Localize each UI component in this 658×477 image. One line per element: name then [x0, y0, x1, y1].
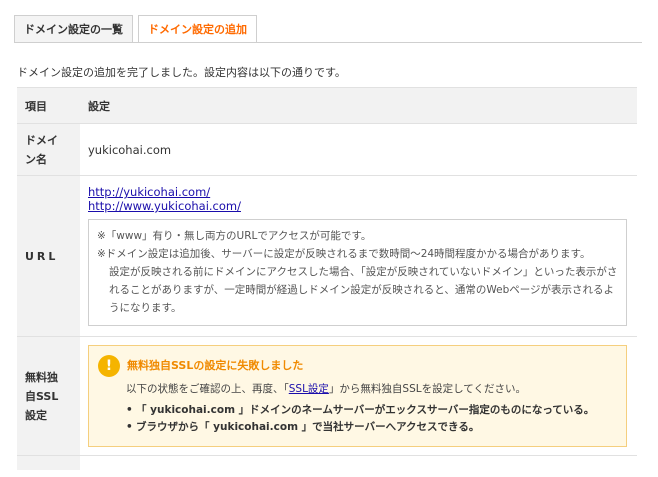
ssl-label: 無料独 自SSL 設定	[17, 336, 80, 456]
url-label: URL	[17, 175, 80, 337]
table-row-ssl: 無料独 自SSL 設定 ! 無料独自SSLの設定に失敗しました 以下の状態をご確…	[17, 336, 637, 456]
exclamation-icon: !	[98, 355, 120, 377]
tab-bar: ドメイン設定の一覧 ドメイン設定の追加	[14, 15, 257, 43]
table-header-row: 項目 設定	[17, 87, 637, 124]
url-cell: http://yukicohai.com/ http://www.yukicoh…	[80, 175, 637, 337]
header-setting: 設定	[80, 87, 637, 124]
table-row-next	[17, 455, 637, 470]
domain-label: ドメイ ン名	[17, 123, 80, 176]
tab-add-domain[interactable]: ドメイン設定の追加	[138, 15, 257, 43]
ssl-check-list: 「 yukicohai.com 」ドメインのネームサーバーがエックスサーバー指定…	[126, 402, 616, 436]
ssl-warning-box: ! 無料独自SSLの設定に失敗しました 以下の状態をご確認の上、再度、「SSL設…	[88, 345, 627, 447]
url-note-detail: 設定が反映される前にドメインにアクセスした場合、「設定が反映されていないドメイン…	[109, 266, 618, 314]
tab-divider	[14, 42, 642, 43]
url-notes-box: ※「www」有り・無し両方のURLでアクセスが可能です。 ※ドメイン設定は追加後…	[88, 219, 627, 326]
list-item: 「 yukicohai.com 」ドメインのネームサーバーがエックスサーバー指定…	[126, 402, 616, 419]
url-link-plain[interactable]: http://yukicohai.com/	[88, 185, 627, 199]
ssl-settings-link[interactable]: SSL設定	[289, 383, 329, 395]
tab-domain-list[interactable]: ドメイン設定の一覧	[14, 15, 133, 43]
ssl-cell: ! 無料独自SSLの設定に失敗しました 以下の状態をご確認の上、再度、「SSL設…	[80, 336, 637, 456]
completion-message: ドメイン設定の追加を完了しました。設定内容は以下の通りです。	[17, 66, 346, 79]
url-link-www[interactable]: http://www.yukicohai.com/	[88, 199, 627, 213]
settings-table: 項目 設定 ドメイ ン名 yukicohai.com URL http://yu…	[17, 87, 637, 470]
url-note-www: ※「www」有り・無し両方のURLでアクセスが可能です。	[97, 230, 372, 242]
ssl-warning-title: 無料独自SSLの設定に失敗しました	[127, 359, 304, 372]
url-note-propagation: ※ドメイン設定は追加後、サーバーに設定が反映されるまで数時間〜24時間程度かかる…	[97, 248, 591, 260]
ssl-warning-body: 以下の状態をご確認の上、再度、「SSL設定」から無料独自SSLを設定してください…	[126, 383, 526, 395]
header-item: 項目	[17, 87, 80, 124]
table-row-domain: ドメイ ン名 yukicohai.com	[17, 123, 637, 176]
domain-value: yukicohai.com	[80, 123, 637, 176]
table-row-url: URL http://yukicohai.com/ http://www.yuk…	[17, 175, 637, 337]
list-item: ブラウザから「 yukicohai.com 」で当社サーバーへアクセスできる。	[126, 419, 616, 436]
